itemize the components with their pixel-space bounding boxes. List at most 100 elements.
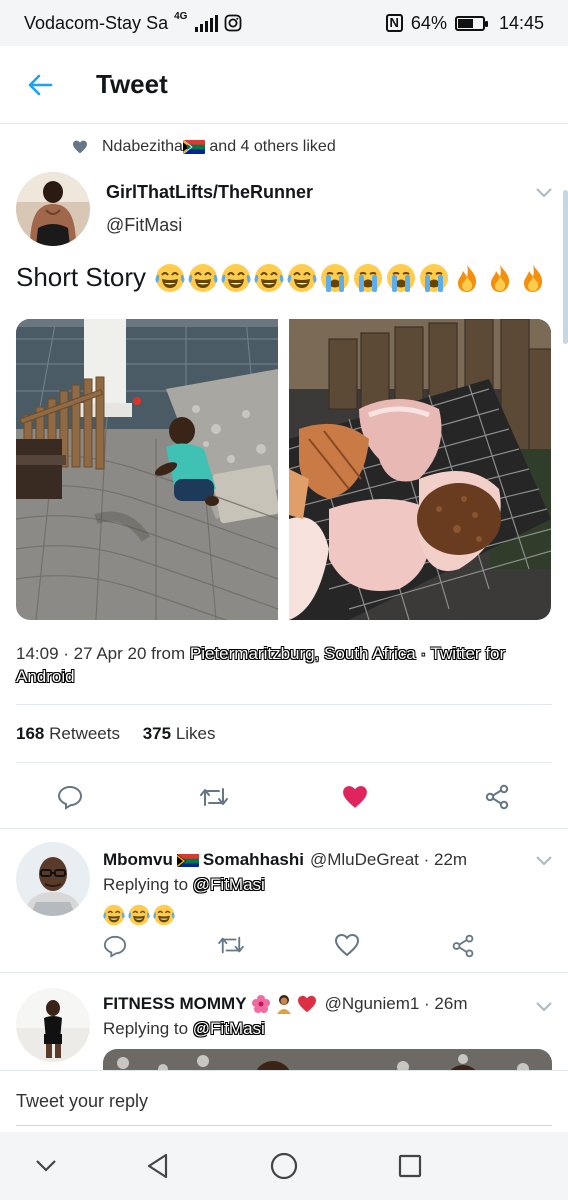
tears-of-joy-emoji-icon xyxy=(155,263,185,292)
battery-fill xyxy=(457,18,473,28)
reply-item[interactable]: Mbomvu Somahhashi @MluDeGreat · 22m Repl… xyxy=(0,828,568,973)
share-icon[interactable] xyxy=(451,934,475,958)
circle-home-icon xyxy=(270,1152,298,1180)
meta-separator: · xyxy=(415,644,431,663)
status-right: N 64% 14:45 xyxy=(385,12,544,34)
tweet-stats: 168 Retweets 375 Likes xyxy=(16,724,216,744)
divider xyxy=(16,704,552,705)
nav-collapse-button[interactable] xyxy=(26,1146,66,1186)
divider xyxy=(16,762,552,763)
reply-input[interactable]: Tweet your reply xyxy=(16,1091,148,1112)
reply-item[interactable]: FITNESS MOMMY @Nguniem1 · 26m Replying t… xyxy=(0,972,568,1070)
composer-underline xyxy=(16,1125,552,1126)
liked-by-name[interactable]: Ndabezitha xyxy=(102,138,183,155)
share-icon xyxy=(485,784,509,810)
tears-of-joy-emoji-icon xyxy=(254,263,284,292)
reply-actions xyxy=(103,934,503,964)
triangle-back-icon xyxy=(147,1153,168,1179)
reply-composer[interactable]: Tweet your reply xyxy=(0,1070,568,1132)
tweet-detail: Ndabezitha and 4 others liked GirlThatLi… xyxy=(0,124,568,1070)
author-avatar[interactable] xyxy=(16,172,90,246)
like-button[interactable] xyxy=(337,779,373,815)
reply-photo[interactable] xyxy=(103,1049,552,1070)
chevron-down-icon[interactable] xyxy=(536,1002,552,1012)
app-bar: Tweet xyxy=(0,46,568,124)
heart-emoji-icon xyxy=(297,995,316,1013)
woman-emoji-icon xyxy=(276,995,291,1014)
reply-button[interactable] xyxy=(52,779,88,815)
reply-icon[interactable] xyxy=(103,934,127,958)
replying-to: Replying to @FitMasi xyxy=(103,1019,265,1038)
nav-recents-button[interactable] xyxy=(390,1146,430,1186)
retweets-stat[interactable]: 168 Retweets xyxy=(16,724,120,743)
tweet-meta: 14:09 · 27 Apr 20 from Pietermaritzburg,… xyxy=(16,642,536,688)
fire-emoji-icon xyxy=(524,264,543,292)
chevron-down-icon[interactable] xyxy=(536,856,552,866)
instagram-icon xyxy=(225,14,242,32)
replying-to-link[interactable]: @FitMasi xyxy=(193,1019,265,1038)
scrollbar[interactable] xyxy=(563,190,568,344)
status-bar: Vodacom-Stay Sa 4G N 64% 14:45 xyxy=(0,0,568,46)
loudly-crying-emoji-icon xyxy=(354,263,383,292)
reply-avatar[interactable] xyxy=(16,988,90,1062)
share-button[interactable] xyxy=(479,779,515,815)
retweet-icon[interactable] xyxy=(217,934,245,956)
page-title: Tweet xyxy=(96,69,168,99)
nav-back-button[interactable] xyxy=(138,1146,178,1186)
network-type: 4G xyxy=(174,10,188,22)
replying-to-link[interactable]: @FitMasi xyxy=(193,875,265,894)
tears-of-joy-emoji-icon xyxy=(188,263,218,292)
reply-icon xyxy=(57,785,83,810)
battery-icon xyxy=(454,15,488,31)
loudly-crying-emoji-icon xyxy=(387,263,416,292)
likes-stat[interactable]: 375 Likes xyxy=(143,724,216,743)
hibiscus-emoji-icon xyxy=(251,995,270,1013)
loudly-crying-emoji-icon xyxy=(420,263,449,292)
likes-count: 375 xyxy=(142,724,172,743)
social-context[interactable]: Ndabezitha and 4 others liked xyxy=(72,138,336,156)
tweet-location-link[interactable]: Pietermaritzburg, South Africa xyxy=(190,644,416,663)
liked-by-others: and 4 others liked xyxy=(209,138,336,155)
loudly-crying-emoji-icon xyxy=(321,263,350,292)
tears-of-joy-emoji-icon xyxy=(287,263,317,292)
reply-author-name-suffix: Somahhashi xyxy=(202,850,304,869)
heart-small-icon xyxy=(73,140,87,154)
retweet-icon xyxy=(200,788,228,806)
heart-filled-icon xyxy=(343,786,367,808)
status-left: Vodacom-Stay Sa 4G xyxy=(24,10,242,34)
system-nav-bar xyxy=(0,1132,568,1200)
retweets-label: Retweets xyxy=(49,724,120,743)
back-arrow-icon xyxy=(28,74,53,95)
south-africa-flag-icon xyxy=(182,139,205,154)
reply-author[interactable]: FITNESS MOMMY @Nguniem1 · 26m xyxy=(103,994,468,1014)
reply-handle-time: @Nguniem1 · 26m xyxy=(324,994,468,1013)
tweet-emoji-row xyxy=(152,263,548,293)
square-recents-icon xyxy=(398,1154,422,1178)
author-name[interactable]: GirlThatLifts/TheRunner xyxy=(106,182,313,203)
tears-of-joy-emoji-icon xyxy=(153,904,175,926)
nav-home-button[interactable] xyxy=(264,1146,304,1186)
reply-author[interactable]: Mbomvu Somahhashi @MluDeGreat · 22m xyxy=(103,850,467,870)
tweet-timestamp: 14:09 · 27 Apr 20 from xyxy=(16,644,190,663)
tweet-photo-child[interactable] xyxy=(16,319,278,620)
tweet-photo-braai[interactable] xyxy=(289,319,551,620)
fire-emoji-icon xyxy=(458,264,477,292)
back-button[interactable] xyxy=(0,46,80,124)
reply-avatar[interactable] xyxy=(16,842,90,916)
reply-handle-time: @MluDeGreat · 22m xyxy=(309,850,468,869)
retweet-button[interactable] xyxy=(196,779,232,815)
replying-to: Replying to @FitMasi xyxy=(103,875,265,894)
tweet-actions xyxy=(0,779,568,829)
signal-icon xyxy=(195,14,219,32)
retweets-count: 168 xyxy=(16,724,45,743)
tears-of-joy-emoji-icon xyxy=(103,904,125,926)
carrier-label: Vodacom-Stay Sa xyxy=(24,12,169,33)
heart-icon[interactable] xyxy=(335,934,359,956)
battery-percent: 64% xyxy=(410,12,447,33)
author-handle[interactable]: @FitMasi xyxy=(106,215,313,236)
chevron-down-icon[interactable] xyxy=(536,188,552,198)
tweet-author[interactable]: GirlThatLifts/TheRunner @FitMasi xyxy=(106,182,313,236)
tears-of-joy-emoji-icon xyxy=(128,904,150,926)
chevron-down-icon xyxy=(36,1160,56,1172)
nfc-icon: N xyxy=(385,14,403,32)
